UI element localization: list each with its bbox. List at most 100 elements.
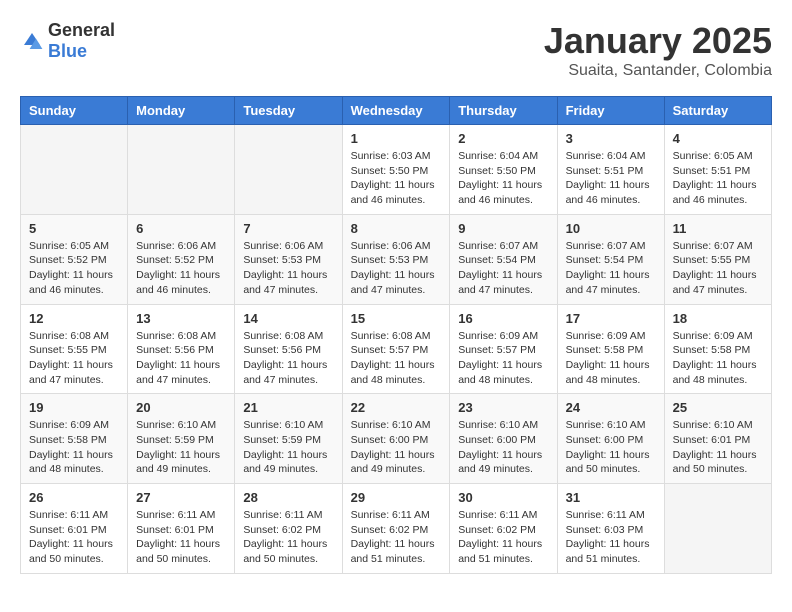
- table-row: 17 Sunrise: 6:09 AMSunset: 5:58 PMDayligh…: [557, 304, 664, 394]
- table-row: 21 Sunrise: 6:10 AMSunset: 5:59 PMDayligh…: [235, 394, 342, 484]
- col-friday: Friday: [557, 97, 664, 125]
- table-row: 4 Sunrise: 6:05 AMSunset: 5:51 PMDaylight…: [664, 125, 771, 215]
- day-number: 13: [136, 311, 226, 326]
- day-number: 5: [29, 221, 119, 236]
- calendar-week-row: 12 Sunrise: 6:08 AMSunset: 5:55 PMDayligh…: [21, 304, 772, 394]
- day-info: Sunrise: 6:06 AMSunset: 5:52 PMDaylight:…: [136, 239, 226, 298]
- day-info: Sunrise: 6:07 AMSunset: 5:55 PMDaylight:…: [673, 239, 763, 298]
- col-wednesday: Wednesday: [342, 97, 450, 125]
- table-row: [21, 125, 128, 215]
- day-info: Sunrise: 6:09 AMSunset: 5:58 PMDaylight:…: [673, 329, 763, 388]
- table-row: 10Sunrise: 6:07 AMSunset: 5:54 PMDayligh…: [557, 214, 664, 304]
- table-row: 13 Sunrise: 6:08 AMSunset: 5:56 PMDayligh…: [128, 304, 235, 394]
- day-info: Sunrise: 6:09 AMSunset: 5:58 PMDaylight:…: [566, 329, 656, 388]
- table-row: 22 Sunrise: 6:10 AMSunset: 6:00 PMDayligh…: [342, 394, 450, 484]
- calendar-week-row: 26 Sunrise: 6:11 AMSunset: 6:01 PMDayligh…: [21, 484, 772, 574]
- logo-blue-text: Blue: [48, 41, 87, 61]
- day-info: Sunrise: 6:10 AMSunset: 5:59 PMDaylight:…: [243, 418, 333, 477]
- col-tuesday: Tuesday: [235, 97, 342, 125]
- day-number: 18: [673, 311, 763, 326]
- day-number: 20: [136, 400, 226, 415]
- day-info: Sunrise: 6:09 AMSunset: 5:58 PMDaylight:…: [29, 418, 119, 477]
- day-number: 28: [243, 490, 333, 505]
- day-number: 30: [458, 490, 548, 505]
- table-row: 18 Sunrise: 6:09 AMSunset: 5:58 PMDayligh…: [664, 304, 771, 394]
- table-row: 25Sunrise: 6:10 AMSunset: 6:01 PMDayligh…: [664, 394, 771, 484]
- table-row: [664, 484, 771, 574]
- day-number: 27: [136, 490, 226, 505]
- day-info: Sunrise: 6:08 AMSunset: 5:56 PMDaylight:…: [136, 329, 226, 388]
- day-number: 16: [458, 311, 548, 326]
- day-info: Sunrise: 6:11 AMSunset: 6:03 PMDaylight:…: [566, 508, 656, 567]
- table-row: 20Sunrise: 6:10 AMSunset: 5:59 PMDayligh…: [128, 394, 235, 484]
- table-row: 3 Sunrise: 6:04 AMSunset: 5:51 PMDaylight…: [557, 125, 664, 215]
- table-row: 6 Sunrise: 6:06 AMSunset: 5:52 PMDaylight…: [128, 214, 235, 304]
- day-info: Sunrise: 6:07 AMSunset: 5:54 PMDaylight:…: [566, 239, 656, 298]
- day-info: Sunrise: 6:11 AMSunset: 6:02 PMDaylight:…: [351, 508, 442, 567]
- logo-general-text: General: [48, 20, 115, 40]
- day-number: 14: [243, 311, 333, 326]
- day-number: 4: [673, 131, 763, 146]
- day-info: Sunrise: 6:10 AMSunset: 6:00 PMDaylight:…: [458, 418, 548, 477]
- day-number: 2: [458, 131, 548, 146]
- day-info: Sunrise: 6:11 AMSunset: 6:02 PMDaylight:…: [243, 508, 333, 567]
- month-title: January 2025: [544, 20, 772, 62]
- title-block: January 2025 Suaita, Santander, Colombia: [544, 20, 772, 80]
- table-row: 28 Sunrise: 6:11 AMSunset: 6:02 PMDayligh…: [235, 484, 342, 574]
- day-number: 3: [566, 131, 656, 146]
- day-number: 6: [136, 221, 226, 236]
- table-row: 9Sunrise: 6:07 AMSunset: 5:54 PMDaylight…: [450, 214, 557, 304]
- day-info: Sunrise: 6:08 AMSunset: 5:55 PMDaylight:…: [29, 329, 119, 388]
- table-row: [235, 125, 342, 215]
- day-number: 7: [243, 221, 333, 236]
- col-sunday: Sunday: [21, 97, 128, 125]
- day-info: Sunrise: 6:05 AMSunset: 5:52 PMDaylight:…: [29, 239, 119, 298]
- table-row: 14Sunrise: 6:08 AMSunset: 5:56 PMDayligh…: [235, 304, 342, 394]
- col-thursday: Thursday: [450, 97, 557, 125]
- table-row: 7 Sunrise: 6:06 AMSunset: 5:53 PMDaylight…: [235, 214, 342, 304]
- table-row: 19Sunrise: 6:09 AMSunset: 5:58 PMDayligh…: [21, 394, 128, 484]
- day-info: Sunrise: 6:11 AMSunset: 6:01 PMDaylight:…: [136, 508, 226, 567]
- day-info: Sunrise: 6:06 AMSunset: 5:53 PMDaylight:…: [243, 239, 333, 298]
- logo-icon: [20, 29, 44, 53]
- table-row: 15Sunrise: 6:08 AMSunset: 5:57 PMDayligh…: [342, 304, 450, 394]
- day-info: Sunrise: 6:06 AMSunset: 5:53 PMDaylight:…: [351, 239, 442, 298]
- day-info: Sunrise: 6:09 AMSunset: 5:57 PMDaylight:…: [458, 329, 548, 388]
- table-row: 1 Sunrise: 6:03 AMSunset: 5:50 PMDaylight…: [342, 125, 450, 215]
- table-row: 12 Sunrise: 6:08 AMSunset: 5:55 PMDayligh…: [21, 304, 128, 394]
- col-saturday: Saturday: [664, 97, 771, 125]
- day-number: 22: [351, 400, 442, 415]
- table-row: 23Sunrise: 6:10 AMSunset: 6:00 PMDayligh…: [450, 394, 557, 484]
- day-number: 9: [458, 221, 548, 236]
- calendar-week-row: 19Sunrise: 6:09 AMSunset: 5:58 PMDayligh…: [21, 394, 772, 484]
- day-info: Sunrise: 6:04 AMSunset: 5:51 PMDaylight:…: [566, 149, 656, 208]
- day-info: Sunrise: 6:11 AMSunset: 6:01 PMDaylight:…: [29, 508, 119, 567]
- location-title: Suaita, Santander, Colombia: [544, 62, 772, 80]
- calendar-table: Sunday Monday Tuesday Wednesday Thursday…: [20, 96, 772, 574]
- day-number: 25: [673, 400, 763, 415]
- day-number: 17: [566, 311, 656, 326]
- day-info: Sunrise: 6:05 AMSunset: 5:51 PMDaylight:…: [673, 149, 763, 208]
- day-number: 15: [351, 311, 442, 326]
- day-number: 12: [29, 311, 119, 326]
- day-number: 21: [243, 400, 333, 415]
- col-monday: Monday: [128, 97, 235, 125]
- day-number: 8: [351, 221, 442, 236]
- table-row: 26 Sunrise: 6:11 AMSunset: 6:01 PMDayligh…: [21, 484, 128, 574]
- calendar-week-row: 5 Sunrise: 6:05 AMSunset: 5:52 PMDaylight…: [21, 214, 772, 304]
- table-row: 31Sunrise: 6:11 AMSunset: 6:03 PMDayligh…: [557, 484, 664, 574]
- day-info: Sunrise: 6:10 AMSunset: 6:00 PMDaylight:…: [351, 418, 442, 477]
- calendar-header-row: Sunday Monday Tuesday Wednesday Thursday…: [21, 97, 772, 125]
- table-row: 11 Sunrise: 6:07 AMSunset: 5:55 PMDayligh…: [664, 214, 771, 304]
- table-row: 29Sunrise: 6:11 AMSunset: 6:02 PMDayligh…: [342, 484, 450, 574]
- table-row: 24 Sunrise: 6:10 AMSunset: 6:00 PMDayligh…: [557, 394, 664, 484]
- day-number: 24: [566, 400, 656, 415]
- day-number: 26: [29, 490, 119, 505]
- day-number: 1: [351, 131, 442, 146]
- table-row: 27 Sunrise: 6:11 AMSunset: 6:01 PMDayligh…: [128, 484, 235, 574]
- day-info: Sunrise: 6:10 AMSunset: 6:00 PMDaylight:…: [566, 418, 656, 477]
- day-info: Sunrise: 6:11 AMSunset: 6:02 PMDaylight:…: [458, 508, 548, 567]
- day-number: 11: [673, 221, 763, 236]
- day-info: Sunrise: 6:03 AMSunset: 5:50 PMDaylight:…: [351, 149, 442, 208]
- table-row: 16 Sunrise: 6:09 AMSunset: 5:57 PMDayligh…: [450, 304, 557, 394]
